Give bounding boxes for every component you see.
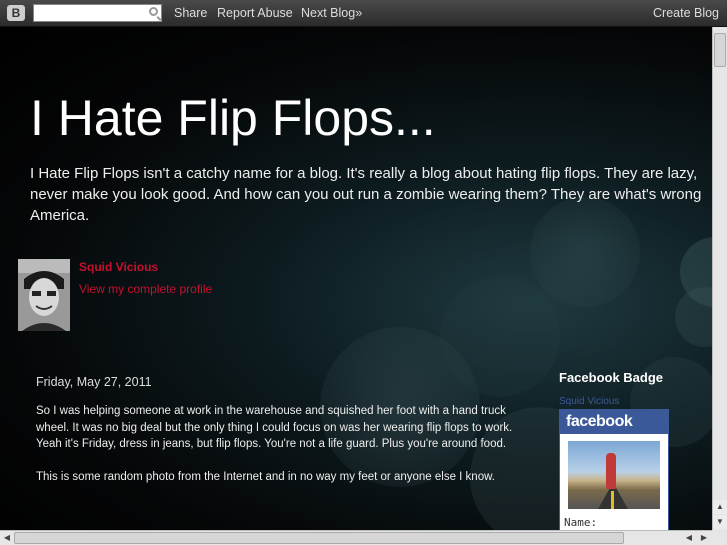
scroll-up-arrow-icon[interactable]: ▲ (713, 500, 727, 514)
navbar-search-box[interactable] (33, 4, 162, 22)
bokeh-light (675, 287, 712, 347)
vertical-scroll-thumb[interactable] (714, 33, 726, 67)
report-abuse-link[interactable]: Report Abuse (217, 6, 293, 20)
post-body: So I was helping someone at work in the … (36, 403, 516, 502)
scrollbar-corner (712, 530, 727, 545)
blog-title[interactable]: I Hate Flip Flops... (30, 89, 436, 147)
person-graphic (606, 453, 616, 489)
next-blog-link[interactable]: Next Blog» (301, 6, 362, 20)
post-date: Friday, May 27, 2011 (36, 375, 152, 389)
blog-description-line: I Hate Flip Flops isn't a catchy name fo… (30, 165, 698, 182)
post-paragraph: So I was helping someone at work in the … (36, 405, 513, 450)
horizontal-scroll-thumb[interactable] (14, 532, 624, 544)
facebook-badge-heading: Facebook Badge (559, 370, 664, 385)
profile-name-link[interactable]: Squid Vicious (79, 260, 158, 274)
facebook-badge-name-link[interactable]: Squid Vicious (559, 396, 619, 407)
scroll-right-arrow-icon[interactable]: ▶ (697, 531, 711, 545)
search-icon[interactable] (149, 7, 158, 16)
blogger-logo-icon[interactable]: B (7, 5, 25, 21)
vertical-scrollbar[interactable]: ▲ ▼ (712, 27, 727, 530)
blogger-navbar: B Share Report Abuse Next Blog» Create B… (0, 0, 727, 27)
scroll-left-arrow-icon[interactable]: ◀ (0, 531, 14, 545)
facebook-badge[interactable]: facebook Name: (559, 409, 669, 530)
navbar-search-input[interactable] (36, 7, 144, 21)
facebook-profile-photo (568, 441, 660, 509)
horizontal-scrollbar[interactable]: ◀ ◀ ▶ (0, 530, 712, 545)
blog-description-line: never make you look good. And how can yo… (30, 186, 702, 203)
profile-photo (18, 259, 70, 331)
post-paragraph: This is some random photo from the Inter… (36, 471, 495, 483)
scroll-down-arrow-icon[interactable]: ▼ (713, 515, 727, 529)
facebook-name-label: Name: (564, 516, 598, 529)
bokeh-light (440, 277, 560, 397)
scroll-left-arrow-icon[interactable]: ◀ (682, 531, 696, 545)
blog-content-area: I Hate Flip Flops... I Hate Flip Flops i… (0, 27, 712, 530)
view-profile-link[interactable]: View my complete profile (79, 282, 212, 296)
share-link[interactable]: Share (174, 6, 207, 20)
create-blog-link[interactable]: Create Blog (653, 6, 719, 20)
blog-description: I Hate Flip Flops isn't a catchy name fo… (30, 163, 712, 226)
profile-avatar[interactable] (18, 259, 70, 331)
blog-description-line: America. (30, 207, 90, 224)
facebook-logo: facebook (560, 410, 668, 434)
road-line-graphic (611, 491, 614, 509)
